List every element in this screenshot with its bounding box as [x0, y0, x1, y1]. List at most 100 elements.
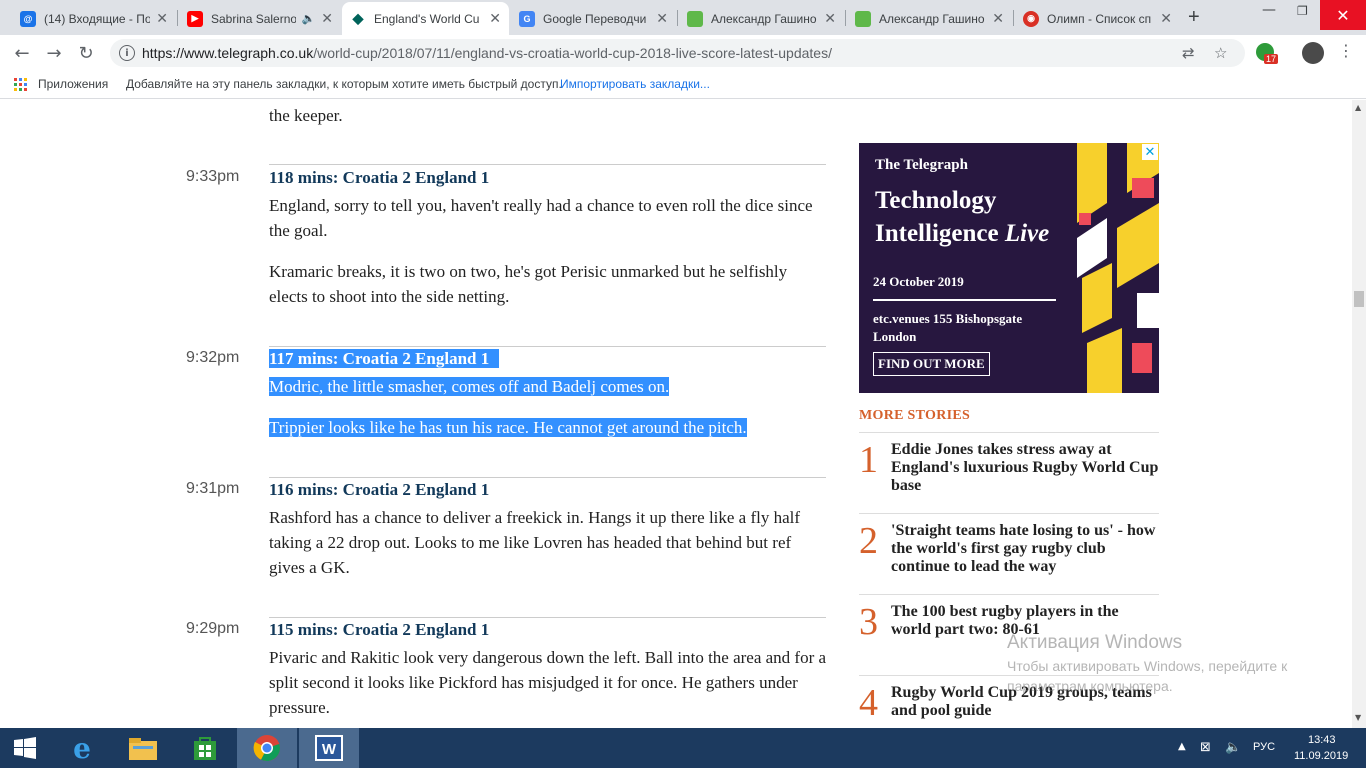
story-number: 3	[859, 601, 878, 643]
volume-icon[interactable]: 🔈	[1225, 740, 1241, 755]
mail-icon: @	[20, 10, 36, 27]
info-icon[interactable]: i	[119, 45, 135, 61]
tab-title: Google Переводчи	[543, 11, 647, 26]
speaker-icon[interactable]: 🔈	[302, 12, 316, 25]
close-icon[interactable]: ✕	[1160, 10, 1172, 27]
close-icon[interactable]: ✕	[321, 10, 333, 27]
post-heading: 117 mins: Croatia 2 England 1	[269, 349, 500, 369]
ad-title-text: Intelligence	[875, 220, 1005, 247]
vertical-scrollbar[interactable]: ▲ ▼	[1352, 100, 1366, 728]
tab-separator	[845, 10, 846, 26]
post-divider	[269, 346, 826, 347]
tab-separator	[677, 10, 678, 26]
reload-button[interactable]: ↻	[74, 41, 98, 65]
story-title[interactable]: 'Straight teams hate losing to us' - how…	[891, 522, 1161, 576]
post-divider	[269, 617, 826, 618]
selected-text: Trippier looks like he has tun his race.…	[269, 418, 747, 437]
tab-title: England's World Cu	[374, 11, 480, 26]
more-stories-heading: MORE STORIES	[859, 408, 971, 423]
story-divider	[859, 513, 1159, 514]
close-icon[interactable]: ✕	[824, 10, 836, 27]
apps-grid-icon[interactable]	[14, 78, 27, 91]
post-heading: 116 mins: Croatia 2 England 1	[269, 480, 490, 499]
taskbar-internet-explorer[interactable]: e	[52, 728, 112, 768]
taskbar-store[interactable]	[175, 728, 235, 768]
taskbar-chrome[interactable]	[237, 728, 297, 768]
ad-decoration	[1077, 143, 1159, 393]
ad-divider	[873, 299, 1056, 301]
story-number: 2	[859, 520, 878, 562]
close-window-button[interactable]: ✕	[1320, 0, 1366, 30]
post-paragraph: Pivaric and Rakitic look very dangerous …	[269, 648, 827, 717]
extension-badge-count: 17	[1264, 54, 1279, 64]
tray-expand-icon[interactable]: ▲	[1178, 741, 1186, 752]
taskbar-word[interactable]: W	[299, 728, 359, 768]
ad-title-line2: Intelligence Live	[875, 220, 1049, 248]
start-button[interactable]	[0, 728, 50, 768]
chrome-icon	[253, 735, 280, 762]
post-paragraph: Rashford has a chance to deliver a freek…	[269, 508, 801, 577]
post-time: 9:33pm	[186, 168, 240, 185]
tab-gashinov-2[interactable]: Александр Гашино ✕	[847, 2, 1012, 35]
language-indicator[interactable]: РУС	[1253, 741, 1275, 753]
post-paragraph: Kramaric breaks, it is two on two, he's …	[269, 262, 788, 306]
post-time: 9:32pm	[186, 349, 240, 366]
tab-translate[interactable]: G Google Переводчи ✕	[511, 2, 676, 35]
post-divider	[269, 477, 826, 478]
ad-date: 24 October 2019	[873, 274, 964, 289]
close-icon[interactable]: ✕	[656, 10, 668, 27]
restore-icon[interactable]: ❐	[1297, 4, 1308, 18]
tab-title: Александр Гашино	[711, 11, 817, 26]
store-icon	[194, 737, 216, 760]
clock-time[interactable]: 13:43	[1308, 734, 1336, 746]
post-heading: 115 mins: Croatia 2 England 1	[269, 620, 490, 639]
scroll-down-icon[interactable]: ▼	[1355, 713, 1361, 722]
tab-olimp[interactable]: ◉ Олимп - Список сп ✕	[1015, 2, 1180, 35]
close-icon[interactable]: ✕	[992, 10, 1004, 27]
taskbar-file-explorer[interactable]	[113, 728, 173, 768]
tab-telegraph[interactable]: ◆ England's World Cu ✕	[342, 2, 509, 35]
tab-title: Александр Гашино	[879, 11, 985, 26]
close-icon[interactable]: ✕	[489, 10, 501, 27]
tab-mail[interactable]: @ (14) Входящие - По ✕	[12, 2, 176, 35]
story-number: 1	[859, 439, 878, 481]
scrollbar-thumb[interactable]	[1354, 291, 1364, 307]
new-tab-button[interactable]: +	[1188, 6, 1200, 29]
ad-close-icon[interactable]: ✕	[1142, 144, 1158, 160]
activation-watermark-title: Активация Windows	[1007, 632, 1183, 653]
tab-gashinov-1[interactable]: Александр Гашино ✕	[679, 2, 844, 35]
activation-watermark-text: параметрам компьютера.	[1007, 678, 1173, 694]
scroll-up-icon[interactable]: ▲	[1355, 103, 1361, 112]
olimp-icon: ◉	[1023, 10, 1039, 27]
network-icon[interactable]: ⊠	[1200, 740, 1211, 755]
close-icon[interactable]: ✕	[156, 10, 168, 27]
avatar[interactable]	[1302, 42, 1324, 64]
kebab-menu-icon[interactable]: ⋮	[1338, 41, 1354, 60]
ad-brand-logo: The Telegraph	[875, 157, 968, 173]
url-text[interactable]: https://www.telegraph.co.uk/world-cup/20…	[142, 45, 832, 61]
tab-title: Sabrina Salerno	[211, 11, 296, 26]
minimize-icon[interactable]: —	[1262, 2, 1276, 18]
advertisement[interactable]: The Telegraph Technology Intelligence Li…	[859, 143, 1159, 393]
forward-button[interactable]: →	[42, 41, 66, 65]
ad-find-out-more-button[interactable]: FIND OUT MORE	[873, 352, 990, 376]
story-number: 4	[859, 682, 878, 724]
tab-youtube[interactable]: ▶ Sabrina Salerno 🔈 ✕	[179, 2, 341, 35]
story-title[interactable]: Eddie Jones takes stress away at England…	[891, 441, 1161, 495]
ad-venue: etc.venues 155 Bishopsgate	[873, 311, 1023, 326]
bookmark-star-icon[interactable]: ☆	[1214, 44, 1227, 62]
tab-separator	[177, 10, 178, 26]
back-button[interactable]: ←	[10, 41, 34, 65]
activation-watermark-text: Чтобы активировать Windows, перейдите к	[1007, 658, 1288, 674]
apps-link[interactable]: Приложения	[38, 77, 108, 91]
clock-date[interactable]: 11.09.2019	[1294, 750, 1348, 762]
address-bar[interactable]: i https://www.telegraph.co.uk/world-cup/…	[110, 39, 1245, 67]
post-divider	[269, 164, 826, 165]
youtube-icon: ▶	[187, 10, 203, 27]
import-bookmarks-link[interactable]: Импортировать закладки...	[560, 77, 710, 91]
post-fragment: the keeper.	[269, 106, 343, 125]
translate-page-icon[interactable]: ⇄	[1182, 44, 1195, 62]
green-square-icon	[855, 10, 871, 27]
bookmarks-bar: Приложения Добавляйте на эту панель закл…	[0, 71, 1366, 99]
file-explorer-icon	[129, 738, 157, 760]
